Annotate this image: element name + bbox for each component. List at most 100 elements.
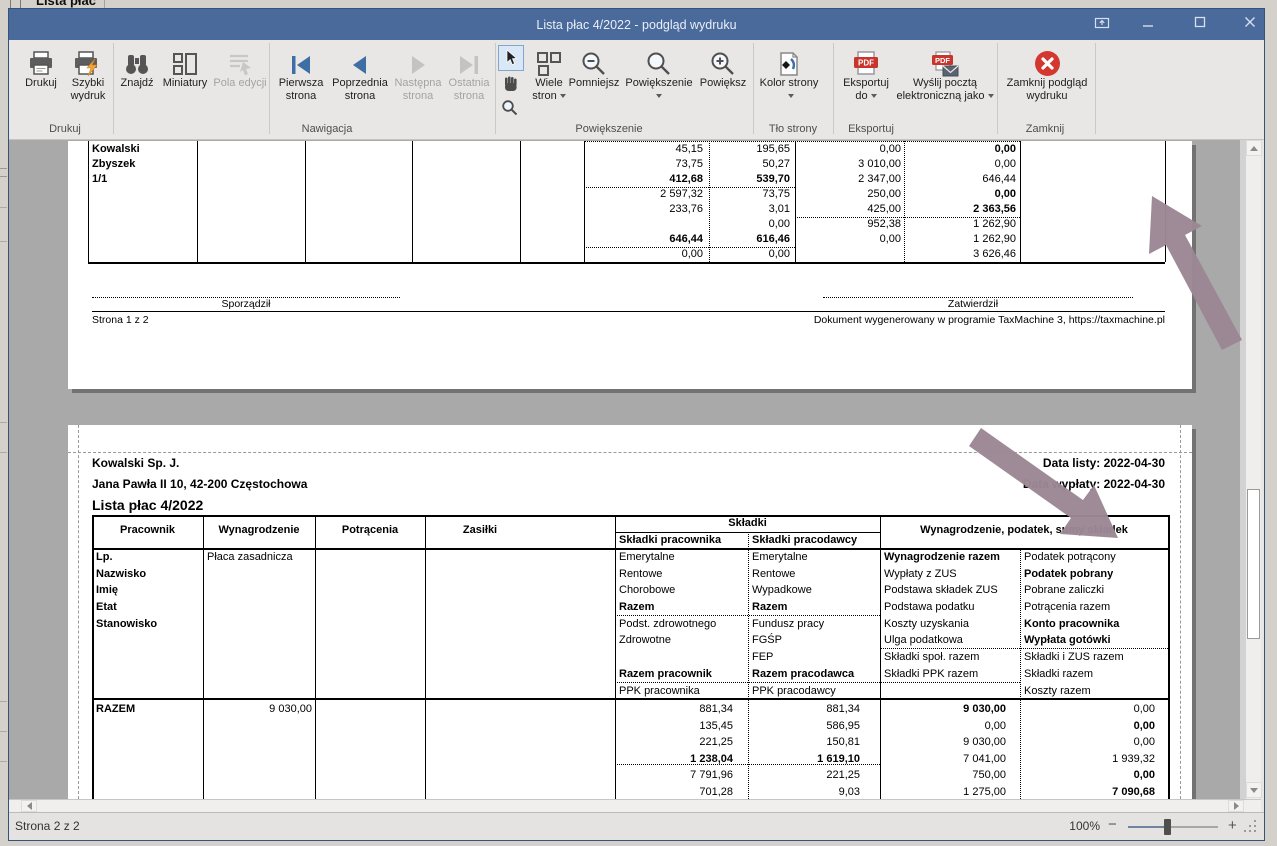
row-label: Koszty razem [1024,683,1166,700]
titlebar[interactable]: Lista płac 4/2022 - podgląd wydruku [9,9,1264,40]
row-label: Potrącenia razem [1024,599,1166,616]
value-cell: 701,28 [619,784,733,800]
multiple-pages-button[interactable]: Wiele stron [526,43,572,103]
vertical-scrollbar[interactable] [1245,140,1261,799]
row-label: Razem pracownik [619,666,746,683]
first-page-button[interactable]: Pierwsza strona [273,43,329,103]
value-cell: 73,75 [589,157,703,172]
horizontal-scrollbar[interactable] [9,799,1261,812]
row-label: Podstawa składek ZUS [884,582,1016,599]
ribbon-options-icon [1094,15,1110,29]
pointer-tool-button[interactable] [498,45,524,71]
scroll-down-button[interactable] [1246,782,1262,798]
value-cell: 425,00 [799,202,901,217]
vertical-scrollbar-thumb[interactable] [1247,489,1260,639]
column-employee-contrib: 45,15 73,75 412,68 2 597,32 233,76 646,4… [589,142,703,262]
value-cell: 233,76 [589,202,703,217]
row-label: Płaca zasadnicza [207,549,315,566]
edit-fields-icon [211,43,269,77]
value-cell: 616,46 [713,232,790,247]
zoom-button-label: Powiększenie [621,77,697,90]
screen: Lista płac Lista płac 4/2022 - podgląd w… [0,0,1277,846]
zoom-slider-track[interactable] [1168,826,1218,828]
value-cell: 2 347,00 [799,172,901,187]
zoom-slider-thumb[interactable] [1164,819,1171,835]
chevron-down-icon [788,94,794,98]
value-cell: 9,03 [752,784,860,800]
row-label [619,649,746,666]
value-cell: 0,00 [913,187,1016,202]
header-potracenia: Potrącenia [315,524,425,536]
row-label: Podatek potrącony [1024,549,1166,566]
value-cell: 539,70 [713,172,790,187]
send-email-button[interactable]: PDF Wyślij pocztą elektroniczną jako [895,43,995,103]
triangle-up-icon [1250,146,1258,151]
zoom-in-button[interactable]: Powiększ [697,43,749,90]
row-label: Wypadkowe [752,582,878,599]
zoom-lens-icon [501,99,518,116]
row-label: Podst. zdrowotnego [619,616,746,633]
value-cell: 7 041,00 [884,751,1006,768]
scroll-up-button[interactable] [1246,140,1262,156]
export-to-button[interactable]: PDF Eksportuj do [837,43,895,103]
quick-print-button[interactable]: Szybki wydruk [63,43,113,103]
group-divider [753,43,754,134]
value-cell: 50,27 [713,157,790,172]
printer-icon [19,43,63,77]
grid-line [412,141,413,262]
margin-guide [78,425,79,799]
group-divider [833,43,834,134]
row-label: Chorobowe [619,582,746,599]
value-cell: 0,00 [1024,701,1155,718]
close-icon [1243,15,1257,29]
zoom-out-icon [567,43,621,77]
row-label: Razem pracodawca [752,666,878,683]
send-email-button-label: Wyślij pocztą elektroniczną jako [895,77,995,103]
page-color-button[interactable]: Kolor strony [757,43,821,103]
grid-line [1020,141,1021,262]
print-button[interactable]: Drukuj [19,43,63,90]
scroll-right-button[interactable] [1228,800,1244,812]
zoom-tool-button[interactable] [499,97,519,117]
close-preview-button[interactable]: Zamknij podgląd wydruku [1003,43,1091,103]
zoom-out-button[interactable]: Pomniejsz [567,43,621,90]
row-label: Konto pracownika [1024,616,1166,633]
thumbnails-button[interactable]: Miniatury [159,43,211,90]
close-button[interactable] [1237,13,1263,31]
group-divider [1095,43,1096,134]
divider [20,0,21,8]
group-label-zoom: Powiększenie [549,123,669,135]
zoom-button[interactable]: Powiększenie [621,43,697,103]
resize-grip[interactable] [1244,819,1260,835]
grid-line [709,141,710,262]
hand-tool-button[interactable] [499,74,523,94]
header-pracownik: Pracownik [92,524,203,536]
zoom-in-control[interactable]: + [1228,817,1237,834]
scroll-left-button[interactable] [21,800,37,812]
zoom-out-control[interactable]: − [1108,816,1117,833]
minimize-button[interactable] [1135,13,1161,31]
row-label: Imię [96,582,196,599]
ribbon-options-button[interactable] [1089,13,1115,31]
row-label: Składki i ZUS razem [1024,649,1166,666]
value-cell: 0,00 [913,157,1016,172]
background-row-mark [0,176,7,177]
previous-page-button[interactable]: Poprzednia strona [329,43,391,103]
multiple-pages-button-label: Wiele stron [526,77,572,103]
background-window-tab[interactable]: Lista płac [36,0,96,8]
find-button[interactable]: Znajdź [115,43,159,90]
row-label: Emerytalne [619,549,746,566]
maximize-button[interactable] [1187,13,1213,31]
quick-print-icon [63,43,113,77]
row-label: Zdrowotne [619,632,746,649]
value-cell: 0,00 [1024,734,1155,751]
zoom-slider-track[interactable] [1128,826,1168,828]
document-area[interactable]: Kowalski Zbyszek 1/1 45,15 73,75 412,68 … [9,140,1261,799]
value-cell: 9 030,00 [884,734,1006,751]
value-cell: 0,00 [1024,767,1155,784]
pay-date: Data wypłaty: 2022-04-30 [868,477,1165,492]
row-label: Podstawa podatku [884,599,1016,616]
employee-firstname: Zbyszek [92,157,192,172]
value-cell: 1 238,04 [619,751,733,768]
razem-skladki-pracodawcy: 881,34 586,95 150,81 1 619,10 221,25 9,0… [752,701,860,799]
